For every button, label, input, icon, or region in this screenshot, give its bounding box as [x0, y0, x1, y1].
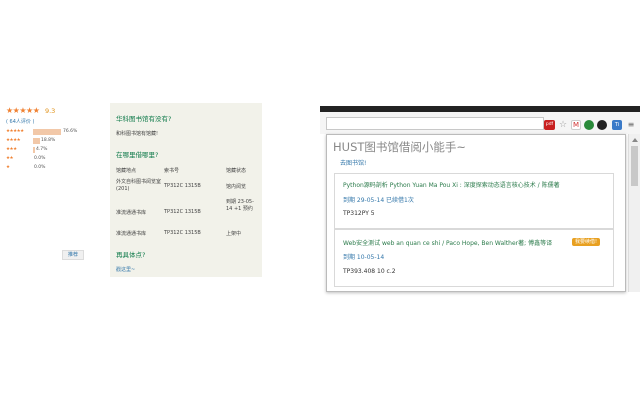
browser-toolbar: pdf ☆ M Ti ≡ [320, 112, 640, 134]
holdings-header-call: 索书号 [164, 168, 180, 174]
holdings-row-2-location: 准流通通书库 [116, 210, 147, 216]
address-bar[interactable] [326, 117, 544, 130]
holdings-row-1-location: 外文自科图书阅览室(201) [116, 179, 162, 192]
star-icon[interactable]: ☆ [558, 120, 568, 130]
book-1-call-number: TP312PY 5 [343, 210, 375, 217]
book-card-2: Web安全测试 web an quan ce shi / Paco Hope, … [334, 229, 614, 287]
rating-row-3: ★★★ 4.7% [6, 146, 106, 155]
scroll-up-arrow-icon[interactable] [632, 138, 638, 142]
rating-bar-4 [33, 138, 40, 144]
rating-block: ★★★★★ 9.3 ( 64人评价 ) ★★★★★ 76.6% ★★★★ 18.… [6, 106, 106, 173]
library-q3-title: 再具体点? [116, 251, 146, 259]
star-5-icon: ★★★★★ [6, 129, 24, 134]
rating-count-link[interactable]: ( 64人评价 ) [6, 118, 106, 125]
browser-window: pdf ☆ M Ti ≡ HUST图书馆借阅小能手~ 去图书馆! Python源… [320, 106, 640, 292]
holdings-row-2-call: TP312C 1315B [164, 209, 201, 215]
book-2-title[interactable]: Web安全测试 web an quan ce shi / Paco Hope, … [343, 238, 552, 247]
evernote-icon[interactable] [584, 120, 594, 130]
scrollbar-thumb[interactable] [631, 146, 638, 186]
rating-row-1: ★ 0.0% [6, 164, 106, 173]
holdings-row-3-location: 准流通通书库 [116, 231, 147, 237]
rating-percent-4: 18.8% [41, 138, 56, 143]
book-1-due: 到期 29-05-14 已续借1次 [343, 197, 414, 204]
more-details-link[interactable]: 戳这里~ [116, 266, 135, 273]
recommend-button[interactable]: 推荐 [62, 250, 84, 260]
rating-row-4: ★★★★ 18.8% [6, 137, 106, 146]
holdings-row-1-call: TP312C 1315B [164, 183, 201, 189]
gmail-icon[interactable]: M [571, 120, 581, 130]
rating-bar-5 [33, 129, 61, 135]
rating-percent-5: 76.6% [63, 129, 78, 134]
rating-percent-2: 0.0% [34, 156, 46, 161]
pdf-icon[interactable]: pdf [544, 120, 555, 130]
holdings-row-1-status: 馆内阅览 [226, 184, 247, 190]
extension-icon[interactable]: Ti [612, 120, 622, 130]
rating-summary: ★★★★★ 9.3 [6, 106, 106, 115]
rating-score: 9.3 [44, 107, 56, 115]
rating-bar-3 [33, 147, 35, 153]
goto-library-link[interactable]: 去图书馆! [340, 158, 366, 167]
star-4-icon: ★★★★ [6, 138, 21, 143]
rating-distribution: ★★★★★ 76.6% ★★★★ 18.8% ★★★ 4.7% ★★ 0.0% … [6, 128, 106, 173]
page-scrollbar[interactable] [628, 134, 640, 292]
holdings-row-3-call: TP312C 1315B [164, 230, 201, 236]
book-2-due: 到期 10-05-14 [343, 254, 385, 261]
book-2-call-number: TP393.408 10 c.2 [343, 268, 396, 275]
star-1-icon: ★ [6, 165, 10, 170]
star-2-icon: ★★ [6, 156, 14, 161]
extension-popup: HUST图书馆借阅小能手~ 去图书馆! Python源码剖析 Python Yu… [326, 134, 626, 292]
holdings-row-3-status: 上架中 [226, 231, 242, 237]
rating-row-2: ★★ 0.0% [6, 155, 106, 164]
library-q1-answer: 和科图书馆有馆藏! [116, 131, 159, 137]
rating-percent-1: 0.0% [34, 165, 46, 170]
rating-percent-3: 4.7% [36, 147, 48, 152]
menu-icon[interactable]: ≡ [626, 120, 636, 130]
library-q2-title: 在哪里借哪里? [116, 151, 159, 159]
book-card-1: Python源码剖析 Python Yuan Ma Pou Xi : 深度探索动… [334, 173, 614, 229]
rating-row-5: ★★★★★ 76.6% [6, 128, 106, 137]
rating-stars-icon: ★★★★★ [6, 106, 40, 115]
library-panel: 华科图书馆有没有? 和科图书馆有馆藏! 在哪里借哪里? 馆藏地点 索书号 馆藏状… [110, 103, 262, 277]
holdings-row-2-status: 到期 23-05-14 +1 预约 [226, 199, 254, 212]
renew-button[interactable]: 我要续借! [572, 238, 601, 246]
circle-icon[interactable] [597, 120, 607, 130]
popup-title: HUST图书馆借阅小能手~ [333, 140, 467, 154]
star-3-icon: ★★★ [6, 147, 17, 152]
holdings-header-status: 馆藏状态 [226, 168, 247, 174]
library-q1-title: 华科图书馆有没有? [116, 115, 172, 123]
book-1-title[interactable]: Python源码剖析 Python Yuan Ma Pou Xi : 深度探索动… [343, 180, 560, 189]
holdings-header-location: 馆藏地点 [116, 168, 137, 174]
